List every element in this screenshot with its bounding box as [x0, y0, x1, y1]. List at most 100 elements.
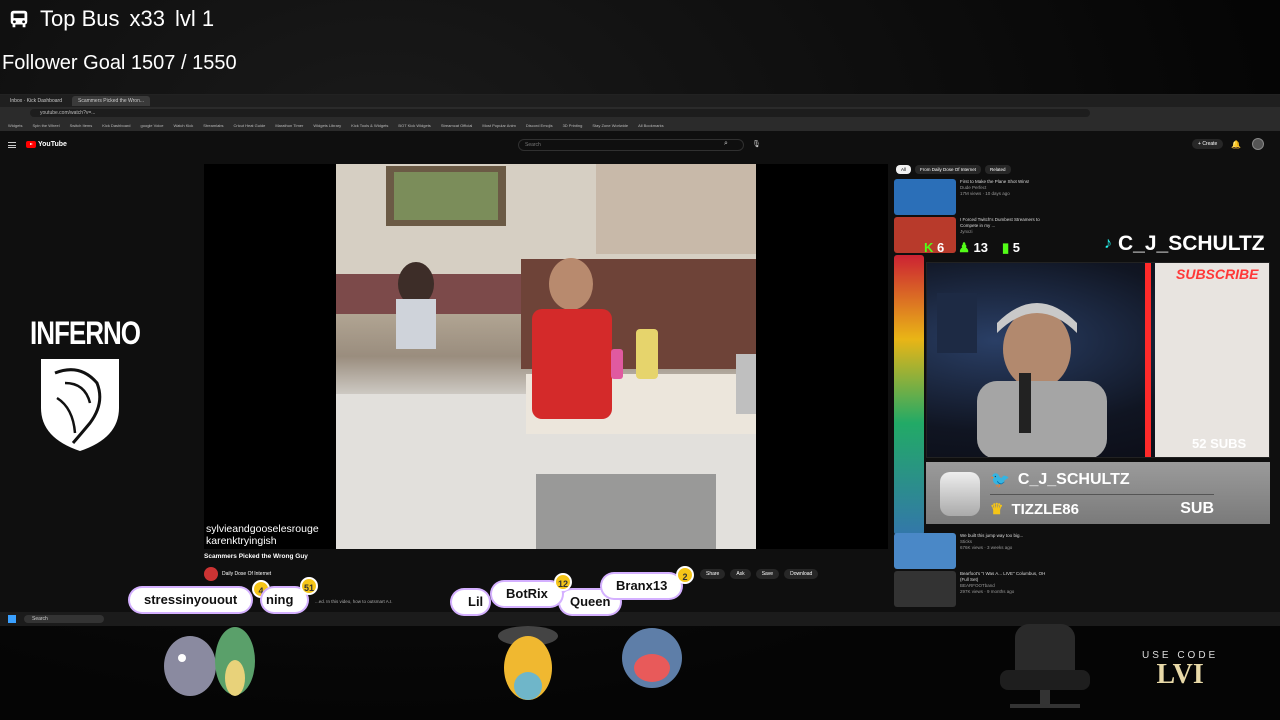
bookmark[interactable]: Switch Items	[70, 123, 93, 128]
bookmark[interactable]: Marathon Timer	[275, 123, 303, 128]
caption-line-2: karenktryingish	[206, 535, 277, 547]
video-description[interactable]: ...ed. In this video, how to outsmart A.…	[315, 599, 393, 604]
bookmark[interactable]: Most Popular Anim	[482, 123, 516, 128]
recommendation-meta: We built this jump way too big... Sticks…	[960, 533, 1023, 569]
bookmark[interactable]: Stay Zone Worlwide	[592, 123, 628, 128]
chat-username: Lil	[468, 594, 484, 609]
bus-label: Top Bus	[40, 6, 120, 31]
bookmark[interactable]: Discord Emojis	[526, 123, 553, 128]
create-label: Create	[1202, 141, 1218, 147]
chip-from-channel[interactable]: From Daily Dose Of Internet	[915, 165, 982, 174]
create-button[interactable]: + Create	[1192, 139, 1224, 149]
microphone-icon[interactable]: 🎙	[752, 140, 761, 148]
recommendation-thumbnail	[894, 533, 956, 569]
bookmark[interactable]: Streamlabs	[203, 123, 223, 128]
latest-sub-name: TIZZLE86	[1011, 500, 1079, 518]
ask-button[interactable]: Ask	[730, 569, 751, 579]
bar-chart-icon: ▮	[1002, 240, 1010, 255]
channel-name[interactable]: Daily Dose Of Internet	[222, 571, 271, 577]
youtube-logo-text: YouTube	[38, 141, 67, 148]
recommendation-item[interactable]: First to Make the Plane Shot Wins! Dude …	[894, 179, 1054, 215]
bookmark[interactable]: Widgets Library	[313, 123, 341, 128]
search-icon[interactable]: ⌕	[724, 140, 728, 148]
recommendation-channel: Jynxzi	[960, 229, 973, 234]
bookmark[interactable]: Widgets	[8, 123, 22, 128]
tab-bar: Inbox · Kick Dashboard Scammers Picked t…	[0, 95, 1280, 107]
person-icon: ♟	[958, 240, 970, 255]
chat-username: stressinyouout	[144, 592, 238, 607]
save-button[interactable]: Save	[755, 569, 780, 579]
pokemon-sprite-right	[622, 628, 682, 688]
video-player[interactable]: sylvieandgooselesrouge karenktryingish	[204, 164, 888, 549]
webcam-scene	[937, 263, 1269, 457]
bookmark[interactable]: Streamcat Official	[441, 123, 473, 128]
video-actions: Share Ask Save Download	[700, 569, 819, 579]
hamburger-menu-icon[interactable]	[8, 142, 16, 148]
panel-divider	[990, 494, 1214, 495]
taskbar-search[interactable]: Search	[24, 615, 104, 623]
notifications-bell-icon[interactable]: 🔔	[1231, 140, 1241, 149]
bookmark[interactable]: 3D Printing	[563, 123, 583, 128]
recommendation-title: I Forced Twitch's Dumbest Streamers to C…	[960, 217, 1040, 228]
url-field[interactable]: youtube.com/watch?v=...	[30, 109, 1090, 117]
chip-all[interactable]: All	[896, 165, 912, 174]
download-button[interactable]: Download	[784, 569, 819, 579]
caption-line-1: sylvieandgooselesrouge	[206, 523, 319, 535]
chat-username: Queen	[570, 594, 611, 609]
channel-row: Daily Dose Of Internet	[204, 567, 271, 581]
microphone-graphic	[940, 472, 980, 516]
follower-goal: Follower Goal 1507 / 1550	[2, 52, 237, 74]
share-button[interactable]: Share	[700, 569, 726, 579]
stream-frame: Top Bus x33 lvl 1 Follower Goal 1507 / 1…	[0, 0, 1280, 720]
sponsor-code: USE CODE LVI	[1142, 650, 1218, 689]
youtube-logo[interactable]: YouTube	[26, 141, 67, 148]
video-frame	[336, 164, 756, 549]
recommendation-meta: Bearfoot's "I Was A... LIVE" Columbus, O…	[960, 571, 1054, 607]
bus-icon	[10, 10, 28, 28]
recommendation-title: Bearfoot's "I Was A... LIVE" Columbus, O…	[960, 571, 1046, 582]
recommendation-item[interactable]	[894, 255, 924, 535]
windows-start-icon[interactable]	[8, 615, 16, 623]
bookmark[interactable]: All Bookmarks	[638, 123, 664, 128]
chat-badge: 12	[554, 573, 572, 591]
recommendation-thumbnail	[894, 571, 956, 607]
inferno-wordmark: INFERNO	[30, 314, 141, 352]
bookmark[interactable]: google Voice	[141, 123, 164, 128]
channel-avatar[interactable]	[204, 567, 218, 581]
subs-count: 52 SUBS	[1192, 436, 1247, 451]
recommendation-thumbnail	[894, 179, 956, 215]
pokemon-sprites-left	[164, 627, 255, 696]
gaming-chair-graphic	[1000, 624, 1090, 708]
chip-related[interactable]: Related	[985, 165, 1011, 174]
chat-bubble: BotRix	[492, 582, 562, 606]
viewer-count-value: 5	[1012, 240, 1021, 255]
bookmark[interactable]: Watch Kick	[173, 123, 193, 128]
recommendation-stats: 297K views · 9 months ago	[960, 589, 1015, 594]
streamer-name-banner: ♪ C_J_SCHULTZ	[1104, 232, 1265, 256]
follower-count: ♟ 13	[958, 240, 988, 256]
recommendation-item[interactable]: Bearfoot's "I Was A... LIVE" Columbus, O…	[894, 571, 1054, 607]
bookmark[interactable]: Kick Dashboard	[102, 123, 130, 128]
account-avatar[interactable]	[1252, 138, 1264, 150]
video-scene	[336, 164, 756, 549]
recommendation-stats: 676K views · 3 weeks ago	[960, 545, 1013, 550]
search-input[interactable]: Search	[518, 139, 744, 151]
sub-label: SUB	[1180, 500, 1214, 517]
tab-youtube-video[interactable]: Scammers Picked the Wron...	[71, 96, 151, 106]
bookmark[interactable]: Kick Tools & Widgets	[351, 123, 388, 128]
tiktok-icon: ♪	[1104, 235, 1112, 252]
kick-icon: K	[924, 240, 934, 255]
lion-icon	[41, 359, 119, 451]
chat-bubble: stressinyouout	[130, 588, 252, 612]
bookmark[interactable]: Spin the Wheel	[32, 123, 59, 128]
recommendation-item[interactable]: We built this jump way too big... Sticks…	[894, 533, 1054, 569]
use-code-value: LVI	[1156, 659, 1204, 690]
chat-bubble: Lil	[452, 590, 490, 614]
tab-kick-dashboard[interactable]: Inbox · Kick Dashboard	[4, 96, 68, 106]
kick-count: K 6	[924, 240, 944, 256]
bookmark[interactable]: BOT Kick Widgets	[398, 123, 430, 128]
webcam-feed	[926, 262, 1270, 458]
bus-count: x33	[129, 6, 165, 31]
chat-badge: 51	[300, 577, 318, 595]
bookmark[interactable]: Cricut Heat Guide	[234, 123, 266, 128]
